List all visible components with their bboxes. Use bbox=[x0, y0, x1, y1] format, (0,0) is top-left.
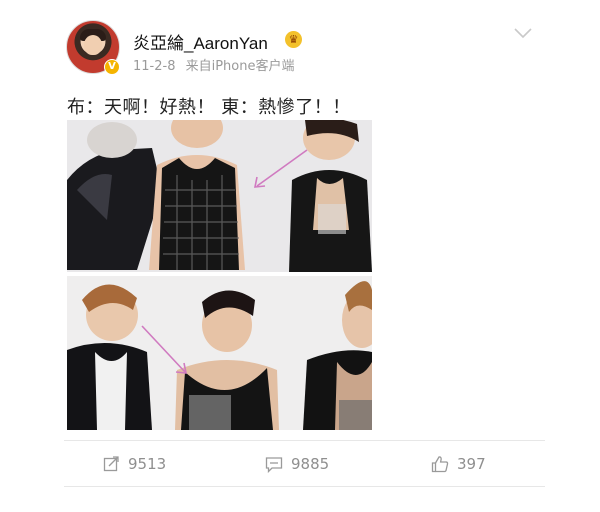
verified-badge-icon: V bbox=[104, 59, 120, 75]
comment-button[interactable]: 9885 bbox=[265, 453, 329, 475]
username[interactable]: 炎亞綸_AaronYan bbox=[133, 29, 268, 54]
repost-button[interactable]: 9513 bbox=[103, 453, 166, 475]
post-meta: 11-2-8 来自iPhone客户端 bbox=[133, 55, 301, 74]
member-crown-icon[interactable]: ♛ bbox=[285, 31, 302, 48]
repost-icon bbox=[103, 455, 119, 471]
comment-icon bbox=[265, 456, 283, 473]
action-bar-divider-top bbox=[64, 440, 545, 441]
repost-count: 9513 bbox=[128, 455, 167, 473]
post-source[interactable]: 来自iPhone客户端 bbox=[186, 59, 295, 74]
post-text: 布：天啊！好熱！ 東：熱慘了！！ bbox=[67, 97, 351, 118]
weibo-post-card: V 炎亞綸_AaronYan ♛ 11-2-8 来自iPhone客户端 布：天啊… bbox=[0, 0, 600, 512]
avatar-face bbox=[84, 35, 102, 55]
like-button[interactable]: 397 bbox=[431, 453, 486, 475]
post-date: 11-2-8 bbox=[133, 59, 176, 74]
comment-count: 9885 bbox=[291, 455, 330, 473]
action-bar-divider-bottom bbox=[64, 486, 545, 487]
post-photo[interactable] bbox=[67, 120, 372, 430]
like-count: 397 bbox=[457, 455, 486, 473]
thumbs-up-icon bbox=[431, 456, 449, 473]
photo-collage bbox=[67, 120, 372, 430]
chevron-down-icon[interactable] bbox=[512, 24, 534, 42]
